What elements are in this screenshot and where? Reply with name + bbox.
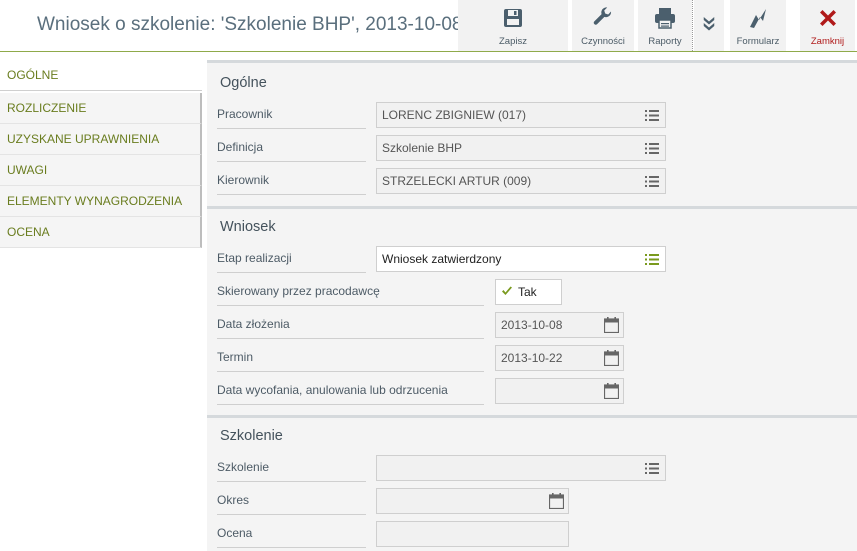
pracownik-field[interactable]: LORENC ZBIGNIEW (017): [376, 102, 666, 128]
section-divider: [207, 415, 857, 418]
label-data-zlozenia: Data złożenia: [217, 313, 484, 339]
label-szkolenie: Szkolenie: [217, 456, 366, 482]
save-icon: [504, 9, 522, 27]
szkolenie-field[interactable]: [376, 455, 666, 481]
section-ogolne: Ogólne Pracownik LORENC ZBIGNIEW (017) D…: [207, 60, 857, 203]
skierowany-value: Tak: [518, 285, 537, 299]
list-icon[interactable]: [645, 176, 659, 187]
label-ocena: Ocena: [217, 522, 366, 548]
sidebar-item-uzyskane-uprawnienia[interactable]: UZYSKANE UPRAWNIENIA: [0, 124, 202, 155]
label-termin: Termin: [217, 346, 484, 372]
reports-label: Raporty: [648, 36, 682, 47]
section-title-wniosek: Wniosek: [220, 219, 276, 235]
form-button[interactable]: Formularz: [730, 0, 786, 51]
list-icon[interactable]: [645, 463, 659, 474]
sidebar-item-rozliczenie[interactable]: ROZLICZENIE: [0, 93, 202, 124]
form-icon: [750, 9, 766, 28]
termin-value: 2013-10-22: [501, 351, 563, 365]
label-pracownik: Pracownik: [217, 103, 366, 129]
definicja-field[interactable]: Szkolenie BHP: [376, 135, 666, 161]
definicja-value: Szkolenie BHP: [382, 141, 463, 155]
actions-button[interactable]: Czynności: [572, 0, 634, 51]
section-wniosek: Wniosek Etap realizacji Wniosek zatwierd…: [207, 206, 857, 413]
section-title-ogolne: Ogólne: [220, 75, 267, 91]
data-zlozenia-field[interactable]: 2013-10-08: [495, 312, 624, 338]
list-icon[interactable]: [645, 110, 659, 121]
etap-realizacji-field[interactable]: Wniosek zatwierdzony: [376, 246, 666, 272]
save-label: Zapisz: [499, 36, 527, 47]
actions-label: Czynności: [581, 36, 625, 47]
label-etap-realizacji: Etap realizacji: [217, 247, 366, 273]
reports-button[interactable]: Raporty: [638, 0, 692, 51]
section-divider: [207, 60, 857, 63]
calendar-icon[interactable]: [604, 317, 619, 333]
chevron-double-down-icon: [703, 17, 715, 31]
kierownik-value: STRZELECKI ARTUR (009): [382, 174, 532, 188]
sidebar-item-ogolne[interactable]: OGÓLNE: [0, 60, 202, 91]
ocena-field[interactable]: [376, 521, 569, 547]
okres-field[interactable]: [376, 488, 569, 514]
label-skierowany: Skierowany przez pracodawcę: [217, 280, 484, 306]
kierownik-field[interactable]: STRZELECKI ARTUR (009): [376, 168, 666, 194]
termin-field[interactable]: 2013-10-22: [495, 345, 624, 371]
section-divider: [207, 206, 857, 209]
label-okres: Okres: [217, 489, 366, 515]
printer-icon: [655, 8, 675, 29]
calendar-icon[interactable]: [549, 493, 564, 509]
wrench-icon: [593, 7, 612, 25]
save-button[interactable]: Zapisz: [458, 0, 568, 51]
page-title: Wniosek o szkolenie: 'Szkolenie BHP', 20…: [37, 14, 463, 35]
sidebar: OGÓLNE ROZLICZENIE UZYSKANE UPRAWNIENIA …: [0, 60, 203, 551]
section-szkolenie: Szkolenie Szkolenie Okres Ocena: [207, 415, 857, 551]
list-icon[interactable]: [645, 254, 659, 265]
close-label: Zamknij: [810, 36, 845, 47]
etap-realizacji-value: Wniosek zatwierdzony: [382, 252, 502, 266]
label-definicja: Definicja: [217, 136, 366, 162]
calendar-icon[interactable]: [604, 350, 619, 366]
form-label: Formularz: [736, 36, 780, 47]
close-icon: [819, 10, 836, 26]
data-wycofania-field[interactable]: [495, 378, 624, 404]
toolbar-separator: [692, 0, 693, 51]
close-button[interactable]: Zamknij: [800, 0, 855, 51]
pracownik-value: LORENC ZBIGNIEW (017): [382, 108, 527, 122]
calendar-icon[interactable]: [604, 383, 619, 399]
main-panel: Ogólne Pracownik LORENC ZBIGNIEW (017) D…: [207, 60, 857, 551]
skierowany-checkbox[interactable]: Tak: [495, 279, 562, 305]
label-data-wycofania: Data wycofania, anulowania lub odrzuceni…: [217, 379, 484, 405]
section-title-szkolenie: Szkolenie: [220, 428, 283, 444]
header: Wniosek o szkolenie: 'Szkolenie BHP', 20…: [0, 0, 857, 52]
data-zlozenia-value: 2013-10-08: [501, 318, 563, 332]
label-kierownik: Kierownik: [217, 169, 366, 195]
sidebar-item-ocena[interactable]: OCENA: [0, 217, 202, 248]
sidebar-item-elementy-wynagrodzenia[interactable]: ELEMENTY WYNAGRODZENIA: [0, 186, 202, 217]
app-window: Wniosek o szkolenie: 'Szkolenie BHP', 20…: [0, 0, 857, 551]
list-icon[interactable]: [645, 143, 659, 154]
checkmark-icon: [502, 286, 512, 295]
sidebar-item-uwagi[interactable]: UWAGI: [0, 155, 202, 186]
more-button[interactable]: [694, 0, 724, 51]
